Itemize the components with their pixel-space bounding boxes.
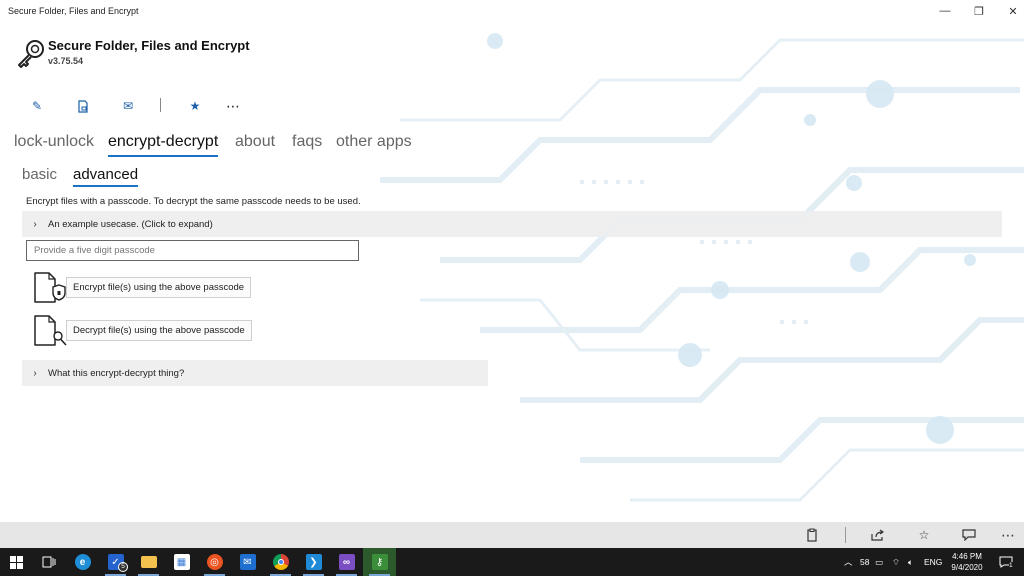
- clock-time: 4:46 PM: [952, 552, 982, 561]
- star-icon[interactable]: ★: [184, 96, 206, 116]
- secure-folder-icon[interactable]: ⚷: [363, 548, 396, 576]
- description-text: Encrypt files with a passcode. To decryp…: [26, 196, 361, 207]
- example-usecase-label: An example usecase. (Click to expand): [48, 218, 213, 230]
- share-icon[interactable]: [866, 525, 890, 545]
- vscode-icon[interactable]: ❯: [297, 548, 330, 576]
- notifications-icon[interactable]: 1: [996, 548, 1016, 576]
- mail-icon[interactable]: ✉: [117, 96, 139, 116]
- restore-icon[interactable]: ❐: [962, 0, 996, 22]
- volume-icon[interactable]: 🔈︎: [908, 548, 913, 576]
- example-usecase-expander[interactable]: › An example usecase. (Click to expand): [22, 211, 1002, 237]
- chrome-icon[interactable]: [264, 548, 297, 576]
- more-icon[interactable]: ⋯: [996, 525, 1020, 545]
- what-encrypt-decrypt-expander[interactable]: › What this encrypt-decrypt thing?: [22, 360, 488, 386]
- todo-icon[interactable]: ✓ 5: [99, 548, 132, 576]
- file-explorer-icon[interactable]: [132, 548, 165, 576]
- subtab-advanced[interactable]: advanced: [73, 166, 139, 187]
- what-encrypt-decrypt-label: What this encrypt-decrypt thing?: [48, 367, 185, 379]
- subtab-basic[interactable]: basic: [22, 166, 57, 183]
- start-icon[interactable]: [0, 548, 33, 576]
- passcode-input[interactable]: [26, 240, 359, 261]
- tab-about[interactable]: about: [235, 133, 275, 151]
- app-version: v3.75.54: [48, 56, 84, 66]
- todo-badge: 5: [118, 562, 128, 572]
- tab-lock-unlock[interactable]: lock-unlock: [14, 133, 94, 151]
- wifi-count[interactable]: 58: [860, 548, 869, 576]
- decrypt-button[interactable]: Decrypt file(s) using the above passcode: [66, 320, 252, 341]
- toolbar-separator: [160, 98, 161, 112]
- edit-icon[interactable]: ✎: [26, 96, 48, 116]
- tab-encrypt-decrypt[interactable]: encrypt-decrypt: [108, 133, 219, 157]
- document-lock-icon[interactable]: [72, 96, 94, 116]
- wifi-icon[interactable]: ⌔: [892, 548, 900, 576]
- bottom-command-bar: ☆ ⋯: [0, 522, 1024, 548]
- store-icon[interactable]: ▦: [165, 548, 198, 576]
- key-icon: [18, 40, 44, 68]
- edge-icon[interactable]: e: [66, 548, 99, 576]
- feedback-icon[interactable]: [957, 525, 981, 545]
- clock[interactable]: 4:46 PM 9/4/2020: [944, 551, 990, 573]
- task-view-icon[interactable]: [32, 548, 65, 576]
- decrypt-file-icon: [34, 315, 67, 346]
- mail-icon[interactable]: ✉: [231, 548, 264, 576]
- background-circuit-art: [380, 33, 1024, 502]
- show-hidden-icons-icon[interactable]: ︿: [844, 548, 853, 576]
- clipboard-icon[interactable]: [800, 525, 824, 545]
- title-bar: Secure Folder, Files and Encrypt — ❐ ✕: [0, 0, 1024, 24]
- tab-other-apps[interactable]: other apps: [336, 133, 412, 151]
- more-icon[interactable]: ⋯: [222, 96, 244, 116]
- encrypt-button[interactable]: Encrypt file(s) using the above passcode: [66, 277, 252, 298]
- window-title: Secure Folder, Files and Encrypt: [8, 6, 139, 16]
- app-name: Secure Folder, Files and Encrypt: [48, 38, 250, 53]
- star-outline-icon[interactable]: ☆: [912, 525, 936, 545]
- network-icon[interactable]: ▭: [875, 548, 883, 576]
- tab-faqs[interactable]: faqs: [292, 133, 322, 151]
- close-icon[interactable]: ✕: [996, 0, 1024, 22]
- ubuntu-icon[interactable]: ◎: [198, 548, 231, 576]
- taskbar: e ✓ 5 ▦ ◎ ✉ ❯ ∞ ⚷ ︿ 58 ▭ ⌔ 🔈︎ ENG 4:46 PM…: [0, 548, 1024, 576]
- minimize-icon[interactable]: —: [928, 0, 962, 22]
- encrypt-file-icon: [34, 272, 66, 303]
- language-indicator[interactable]: ENG: [924, 548, 942, 576]
- bottom-bar-separator: [845, 527, 846, 543]
- clock-date: 9/4/2020: [951, 563, 983, 572]
- chevron-right-icon: ›: [33, 367, 37, 379]
- chevron-right-icon: ›: [33, 218, 37, 230]
- visual-studio-icon[interactable]: ∞: [330, 548, 363, 576]
- notification-count: 1: [1009, 562, 1013, 569]
